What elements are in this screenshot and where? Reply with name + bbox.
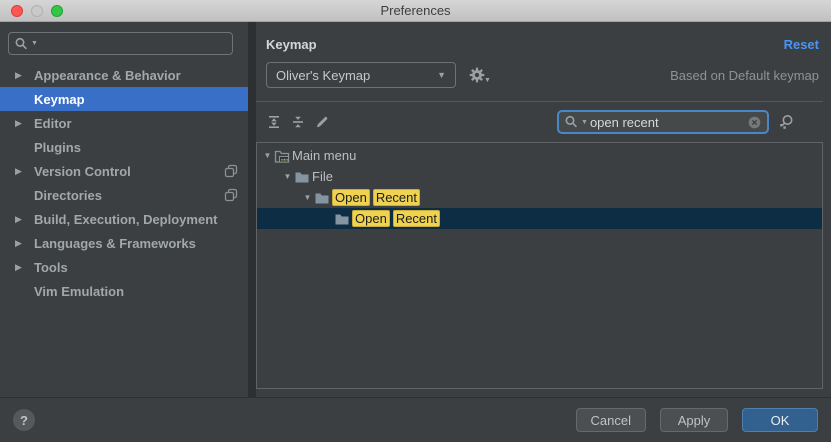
sidebar-item-build-execution-deployment[interactable]: ▶ Build, Execution, Deployment [0,207,248,231]
project-scope-icon [224,164,238,178]
sidebar-item-label: Directories [34,188,224,203]
collapse-all-button[interactable] [286,111,310,133]
chevron-right-icon[interactable]: ▶ [15,118,34,129]
chevron-down-icon[interactable]: ▼ [261,151,274,160]
project-scope-icon [224,188,238,202]
search-icon [14,36,30,52]
keymap-settings-panel: Keymap Reset Oliver's Keymap ▼ [256,22,831,397]
edit-shortcut-button[interactable] [310,111,334,133]
titlebar: Preferences [0,0,831,22]
sidebar-item-languages-frameworks[interactable]: ▶ Languages & Frameworks [0,231,248,255]
tree-row-main-menu[interactable]: ▼ Main menu [257,145,822,166]
sidebar-item-vim-emulation[interactable]: Vim Emulation [0,279,248,303]
question-mark-icon: ? [20,413,28,428]
highlighted-match: Recent [393,210,440,227]
keymap-toolbar: ▼ [256,102,831,142]
preferences-window: Preferences ▼ ▶ Appearance & Behavior [0,0,831,442]
settings-search-input[interactable] [38,36,227,51]
tree-row-open-recent-selected[interactable]: Open Recent [257,208,822,229]
sidebar-item-label: Editor [34,116,238,131]
settings-sidebar: ▼ ▶ Appearance & Behavior Keymap ▶ Edito… [0,22,248,397]
search-icon [564,114,580,130]
chevron-right-icon[interactable]: ▶ [15,238,34,249]
sidebar-item-label: Plugins [34,140,238,155]
settings-category-list: ▶ Appearance & Behavior Keymap ▶ Editor … [0,63,248,303]
chevron-right-icon[interactable]: ▶ [15,214,34,225]
folder-icon [314,190,332,206]
clear-search-icon[interactable] [747,115,762,130]
window-title: Preferences [0,3,831,18]
keymap-dropdown[interactable]: Oliver's Keymap ▼ [266,62,456,88]
shortcut-tree: ▼ Main menu ▼ [256,142,823,389]
ok-button[interactable]: OK [742,408,818,432]
collapse-all-icon [290,114,306,130]
folder-icon [294,169,312,185]
keymap-dropdown-value: Oliver's Keymap [276,68,370,83]
expand-all-button[interactable] [262,111,286,133]
apply-button[interactable]: Apply [660,408,728,432]
chevron-down-icon[interactable]: ▼ [281,172,294,181]
highlighted-match: Open [352,210,390,227]
search-options-caret-icon[interactable]: ▼ [581,119,588,126]
sidebar-item-label: Appearance & Behavior [34,68,238,83]
sidebar-item-plugins[interactable]: Plugins [0,135,248,159]
highlighted-match: Open [332,189,370,206]
sidebar-item-directories[interactable]: Directories [0,183,248,207]
pencil-icon [314,114,330,130]
folder-icon [334,211,352,227]
chevron-down-icon: ▼ [437,70,446,80]
reset-link[interactable]: Reset [784,37,819,52]
settings-search-box[interactable]: ▼ [8,32,233,55]
chevron-right-icon[interactable]: ▶ [15,262,34,273]
cancel-button[interactable]: Cancel [576,408,646,432]
sidebar-item-label: Build, Execution, Deployment [34,212,238,227]
tree-row-open-recent[interactable]: ▼ Open Recent [257,187,822,208]
sidebar-item-appearance-behavior[interactable]: ▶ Appearance & Behavior [0,63,248,87]
chevron-down-icon[interactable]: ▼ [301,193,314,202]
keymap-gear-button[interactable]: ▼ [468,66,491,84]
help-button[interactable]: ? [13,409,35,431]
highlighted-match: Recent [373,189,420,206]
sidebar-item-label: Tools [34,260,238,275]
sidebar-item-label: Vim Emulation [34,284,238,299]
find-actions-by-shortcut-button[interactable] [777,113,795,131]
sidebar-item-label: Version Control [34,164,224,179]
find-by-shortcut-icon [777,113,795,131]
tree-row-label: File [312,169,333,184]
sidebar-item-label: Languages & Frameworks [34,236,238,251]
expand-all-icon [266,114,282,130]
sidebar-item-version-control[interactable]: ▶ Version Control [0,159,248,183]
sidebar-splitter[interactable] [248,22,256,397]
sidebar-item-label: Keymap [34,92,238,107]
based-on-label: Based on Default keymap [670,68,819,83]
page-title: Keymap [266,37,317,52]
chevron-down-icon: ▼ [484,77,491,84]
sidebar-item-tools[interactable]: ▶ Tools [0,255,248,279]
chevron-right-icon[interactable]: ▶ [15,166,34,177]
chevron-right-icon[interactable]: ▶ [15,70,34,81]
sidebar-item-keymap[interactable]: Keymap [0,87,248,111]
sidebar-item-editor[interactable]: ▶ Editor [0,111,248,135]
dialog-footer: ? Cancel Apply OK [0,397,831,442]
shortcut-search-field[interactable]: ▼ [557,110,769,134]
main-menu-icon [274,148,292,164]
tree-row-label: Main menu [292,148,356,163]
shortcut-search-input[interactable] [590,115,747,130]
tree-row-file[interactable]: ▼ File [257,166,822,187]
search-options-caret-icon[interactable]: ▼ [31,40,38,47]
